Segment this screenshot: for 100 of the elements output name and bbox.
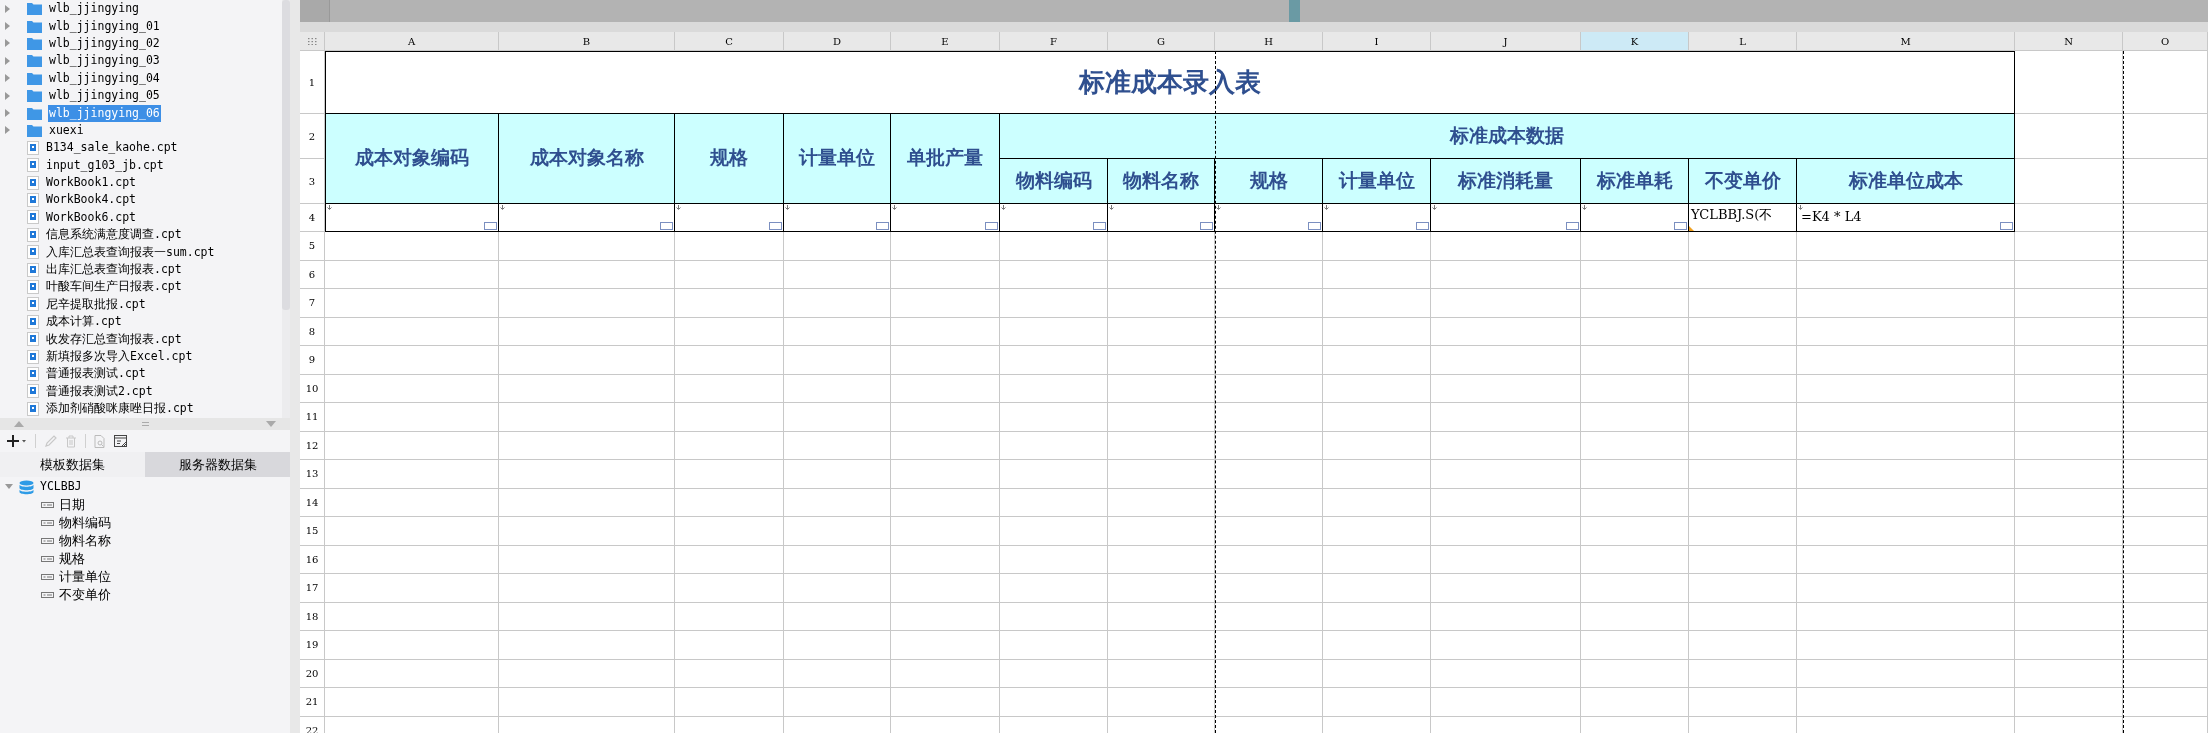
down-arrow-icon[interactable]: [266, 421, 276, 427]
column-header[interactable]: C: [675, 32, 784, 51]
tree-item[interactable]: 成本计算.cpt: [45, 313, 123, 331]
row-header[interactable]: 3: [300, 159, 325, 204]
table-cell[interactable]: [1108, 204, 1215, 232]
column-header[interactable]: J: [1431, 32, 1581, 51]
field-item[interactable]: 物料编码: [59, 513, 111, 533]
column-header[interactable]: G: [1108, 32, 1215, 51]
column-header[interactable]: M: [1797, 32, 2015, 51]
table-cell[interactable]: [891, 204, 1000, 232]
select-all-icon[interactable]: [307, 37, 317, 45]
row-header[interactable]: 19: [300, 631, 325, 660]
tree-item[interactable]: 普通报表测试.cpt: [45, 365, 147, 383]
column-header[interactable]: A: [325, 32, 499, 51]
tree-item[interactable]: wlb_jjingying_03: [48, 52, 161, 70]
column-header[interactable]: B: [499, 32, 675, 51]
tree-item[interactable]: 收发存汇总查询报表.cpt: [45, 330, 183, 348]
field-item[interactable]: 物料名称: [59, 531, 111, 551]
row-header[interactable]: 6: [300, 260, 325, 289]
tree-item[interactable]: 出库汇总表查询报表.cpt: [45, 261, 183, 279]
preview-icon[interactable]: [94, 434, 106, 448]
table-cell[interactable]: [499, 204, 675, 232]
column-header[interactable]: L: [1689, 32, 1797, 51]
delete-icon[interactable]: [65, 434, 77, 448]
table-cell[interactable]: YCLBBJ.S(不: [1689, 204, 1797, 232]
row-header[interactable]: 5: [300, 232, 325, 261]
grip-icon[interactable]: [141, 422, 149, 426]
column-header[interactable]: I: [1323, 32, 1431, 51]
row-header[interactable]: 2: [300, 114, 325, 159]
expand-arrow-icon[interactable]: [5, 109, 11, 118]
expand-arrow-icon[interactable]: [5, 91, 11, 100]
column-header[interactable]: H: [1215, 32, 1323, 51]
row-header[interactable]: 18: [300, 602, 325, 631]
row-header[interactable]: 10: [300, 374, 325, 403]
expand-arrow-icon[interactable]: [5, 74, 11, 83]
tree-item[interactable]: wlb_jjingying_02: [48, 34, 161, 52]
column-header[interactable]: E: [891, 32, 1000, 51]
tree-item[interactable]: wlb_jjingying_04: [48, 69, 161, 87]
field-item[interactable]: 规格: [59, 549, 85, 569]
expand-arrow-icon[interactable]: [5, 39, 11, 48]
up-arrow-icon[interactable]: [14, 421, 24, 427]
field-item[interactable]: 日期: [59, 495, 85, 515]
splitter-bar[interactable]: [290, 0, 300, 733]
table-cell[interactable]: [1581, 204, 1689, 232]
row-header[interactable]: 9: [300, 346, 325, 375]
row-header[interactable]: 4: [300, 204, 325, 232]
tree-item[interactable]: WorkBook4.cpt: [45, 191, 137, 209]
row-header[interactable]: 13: [300, 460, 325, 489]
row-header[interactable]: 15: [300, 517, 325, 546]
tree-item[interactable]: WorkBook1.cpt: [45, 174, 137, 192]
scroll-thumb[interactable]: [1289, 0, 1300, 22]
tree-item[interactable]: wlb_jjingying_01: [48, 17, 161, 35]
column-header[interactable]: O: [2123, 32, 2208, 51]
scrollbar[interactable]: [282, 0, 290, 418]
row-header[interactable]: 7: [300, 289, 325, 318]
row-header[interactable]: 1: [300, 51, 325, 114]
field-item[interactable]: 计量单位: [59, 567, 111, 587]
row-header[interactable]: 11: [300, 403, 325, 432]
row-header[interactable]: 8: [300, 317, 325, 346]
table-cell[interactable]: [1215, 204, 1323, 232]
table-cell[interactable]: =K4 * L4: [1797, 204, 2015, 232]
tree-item[interactable]: 尼辛提取批报.cpt: [45, 295, 147, 313]
tree-item[interactable]: B134_sale_kaohe.cpt: [45, 139, 179, 157]
tree-item[interactable]: WorkBook6.cpt: [45, 208, 137, 226]
tree-item[interactable]: wlb_jjingying_05: [48, 87, 161, 105]
tree-item[interactable]: wlb_jjingying: [48, 0, 140, 18]
table-cell[interactable]: [1000, 204, 1108, 232]
column-header[interactable]: N: [2015, 32, 2123, 51]
column-header[interactable]: K: [1581, 32, 1689, 51]
table-cell[interactable]: [675, 204, 784, 232]
tree-item[interactable]: 入库汇总表查询报表一sum.cpt: [45, 243, 216, 261]
tree-item[interactable]: 叶酸车间生产日报表.cpt: [45, 278, 183, 296]
row-header[interactable]: 14: [300, 488, 325, 517]
dataset-tab[interactable]: 模板数据集: [0, 452, 145, 477]
row-header[interactable]: 17: [300, 574, 325, 603]
edit-dataset-icon[interactable]: [114, 434, 128, 448]
column-header[interactable]: F: [1000, 32, 1108, 51]
tree-item[interactable]: input_g103_jb.cpt: [45, 156, 165, 174]
expand-arrow-icon[interactable]: [5, 126, 11, 135]
tree-item[interactable]: 信息系统满意度调查.cpt: [45, 226, 183, 244]
tree-item[interactable]: 普通报表测试2.cpt: [45, 382, 154, 400]
collapse-arrow-icon[interactable]: [5, 484, 13, 490]
row-header[interactable]: 20: [300, 659, 325, 688]
tree-item[interactable]: 添加剂硝酸咪康唑日报.cpt: [45, 400, 195, 418]
column-header[interactable]: D: [784, 32, 891, 51]
edit-icon[interactable]: [44, 434, 57, 448]
expand-arrow-icon[interactable]: [5, 22, 11, 31]
table-cell[interactable]: [784, 204, 891, 232]
table-cell[interactable]: [1323, 204, 1431, 232]
table-cell[interactable]: [325, 204, 499, 232]
add-icon[interactable]: [7, 435, 27, 447]
tree-item[interactable]: xuexi: [48, 121, 85, 139]
tree-item[interactable]: 新填报多次导入Excel.cpt: [45, 348, 194, 365]
table-cell[interactable]: [1431, 204, 1581, 232]
expand-arrow-icon[interactable]: [5, 56, 11, 65]
dataset-name[interactable]: YCLBBJ: [40, 478, 82, 496]
horizontal-scrollbar[interactable]: [300, 0, 2208, 22]
row-header[interactable]: 21: [300, 688, 325, 717]
row-header[interactable]: 12: [300, 431, 325, 460]
field-item[interactable]: 不变单价: [59, 585, 111, 605]
